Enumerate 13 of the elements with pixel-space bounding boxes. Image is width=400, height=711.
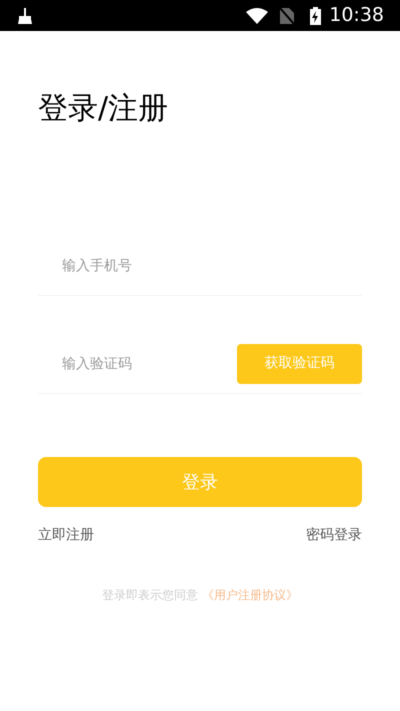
code-input-field[interactable]: 输入验证码 <box>38 344 237 384</box>
register-link[interactable]: 立即注册 <box>38 525 94 546</box>
page-title: 登录/注册 <box>38 90 170 128</box>
no-sim-icon <box>280 8 294 24</box>
status-time: 10:38 <box>329 3 384 28</box>
login-button[interactable]: 登录 <box>38 457 362 507</box>
phone-input-field[interactable]: 输入手机号 <box>38 246 362 286</box>
battery-charging-icon <box>310 6 322 24</box>
password-login-link[interactable]: 密码登录 <box>306 525 362 546</box>
wifi-icon <box>246 8 268 24</box>
agreement-link[interactable]: 《用户注册协议》 <box>202 588 298 602</box>
broom-icon <box>16 6 34 24</box>
get-code-button[interactable]: 获取验证码 <box>237 344 362 384</box>
